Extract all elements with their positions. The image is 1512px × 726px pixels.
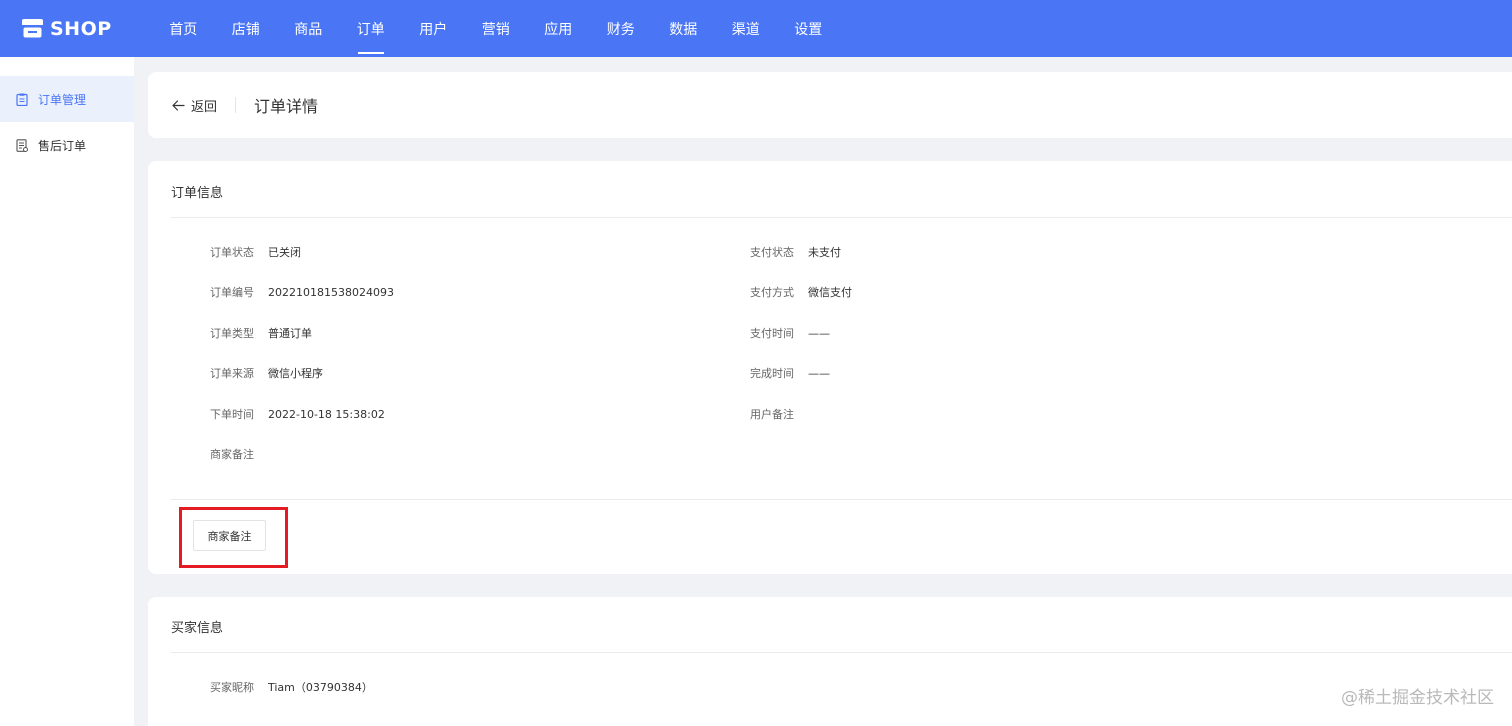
divider <box>171 652 1512 653</box>
logo-text: SHOP <box>50 17 112 40</box>
nav-item-data[interactable]: 数据 <box>652 0 715 57</box>
nav-item-settings[interactable]: 设置 <box>777 0 840 57</box>
field-user-remark: 用户备注 <box>734 406 808 422</box>
field-value: 微信支付 <box>808 286 852 299</box>
page-header: 返回 订单详情 <box>148 72 1512 138</box>
field-order-type: 订单类型 普通订单 <box>194 325 312 341</box>
field-order-number: 订单编号 202210181538024093 <box>194 284 394 300</box>
sidebar-item-order-management[interactable]: 订单管理 <box>0 76 134 122</box>
field-label: 支付时间 <box>750 327 794 340</box>
field-label: 完成时间 <box>750 367 794 380</box>
watermark: @稀土掘金技术社区 <box>1341 688 1494 708</box>
receipt-icon <box>16 138 28 152</box>
arrow-left-icon <box>172 99 185 111</box>
field-value: 2022-10-18 15:38:02 <box>268 407 385 421</box>
field-payment-time: 支付时间 —— <box>734 325 830 341</box>
nav-item-marketing[interactable]: 营销 <box>465 0 528 57</box>
store-icon <box>22 19 43 38</box>
field-label: 用户备注 <box>750 408 794 421</box>
field-label: 订单状态 <box>210 246 254 259</box>
field-order-status: 订单状态 已关闭 <box>194 244 301 260</box>
sidebar: 订单管理 售后订单 <box>0 57 134 726</box>
sidebar-item-label: 订单管理 <box>38 92 87 107</box>
main-nav: 首页 店铺 商品 订单 用户 营销 应用 财务 数据 渠道 设置 <box>152 0 840 57</box>
field-value: 已关闭 <box>268 246 301 259</box>
field-value: 202210181538024093 <box>268 285 394 299</box>
field-payment-method: 支付方式 微信支付 <box>734 284 852 300</box>
field-value: 微信小程序 <box>268 367 323 380</box>
top-navbar: SHOP 首页 店铺 商品 订单 用户 营销 应用 财务 数据 渠道 设置 <box>0 0 1512 57</box>
field-label: 商家备注 <box>210 448 254 461</box>
field-order-time: 下单时间 2022-10-18 15:38:02 <box>194 406 385 422</box>
field-label: 订单来源 <box>210 367 254 380</box>
nav-item-finance[interactable]: 财务 <box>590 0 653 57</box>
divider <box>171 499 1512 500</box>
nav-item-home[interactable]: 首页 <box>152 0 215 57</box>
divider <box>171 217 1512 218</box>
field-value: —— <box>808 366 830 380</box>
field-order-source: 订单来源 微信小程序 <box>194 365 323 381</box>
field-value: Tiam（03790384） <box>268 681 373 694</box>
sidebar-item-label: 售后订单 <box>38 138 87 153</box>
field-label: 订单编号 <box>210 286 254 299</box>
page-title: 订单详情 <box>254 97 319 116</box>
sidebar-item-after-sales[interactable]: 售后订单 <box>0 122 134 168</box>
back-label: 返回 <box>191 99 218 115</box>
field-buyer-nickname: 买家昵称 Tiam（03790384） <box>194 679 373 695</box>
nav-item-users[interactable]: 用户 <box>402 0 465 57</box>
order-info-card: 订单信息 订单状态 已关闭 订单编号 202210181538024093 订单… <box>148 161 1512 574</box>
buyer-info-card: 买家信息 买家昵称 Tiam（03790384） <box>148 597 1512 726</box>
field-label: 支付方式 <box>750 286 794 299</box>
nav-item-store[interactable]: 店铺 <box>215 0 278 57</box>
logo[interactable]: SHOP <box>22 18 142 40</box>
nav-item-products[interactable]: 商品 <box>277 0 340 57</box>
field-label: 支付状态 <box>750 246 794 259</box>
section-title-order-info: 订单信息 <box>171 186 224 201</box>
clipboard-icon <box>16 93 28 106</box>
field-value: 未支付 <box>808 246 841 259</box>
nav-item-apps[interactable]: 应用 <box>527 0 590 57</box>
back-button[interactable]: 返回 <box>172 96 217 115</box>
section-title-buyer-info: 买家信息 <box>171 621 224 636</box>
field-payment-status: 支付状态 未支付 <box>734 244 841 260</box>
divider <box>235 97 237 113</box>
field-label: 订单类型 <box>210 327 254 340</box>
field-label: 买家昵称 <box>210 681 254 694</box>
merchant-remark-button[interactable]: 商家备注 <box>193 520 266 551</box>
field-value: —— <box>808 326 830 340</box>
nav-item-channels[interactable]: 渠道 <box>715 0 778 57</box>
field-label: 下单时间 <box>210 408 254 421</box>
field-complete-time: 完成时间 —— <box>734 365 830 381</box>
field-value: 普通订单 <box>268 327 312 340</box>
nav-item-orders[interactable]: 订单 <box>340 0 403 57</box>
field-merchant-remark: 商家备注 <box>194 446 268 462</box>
